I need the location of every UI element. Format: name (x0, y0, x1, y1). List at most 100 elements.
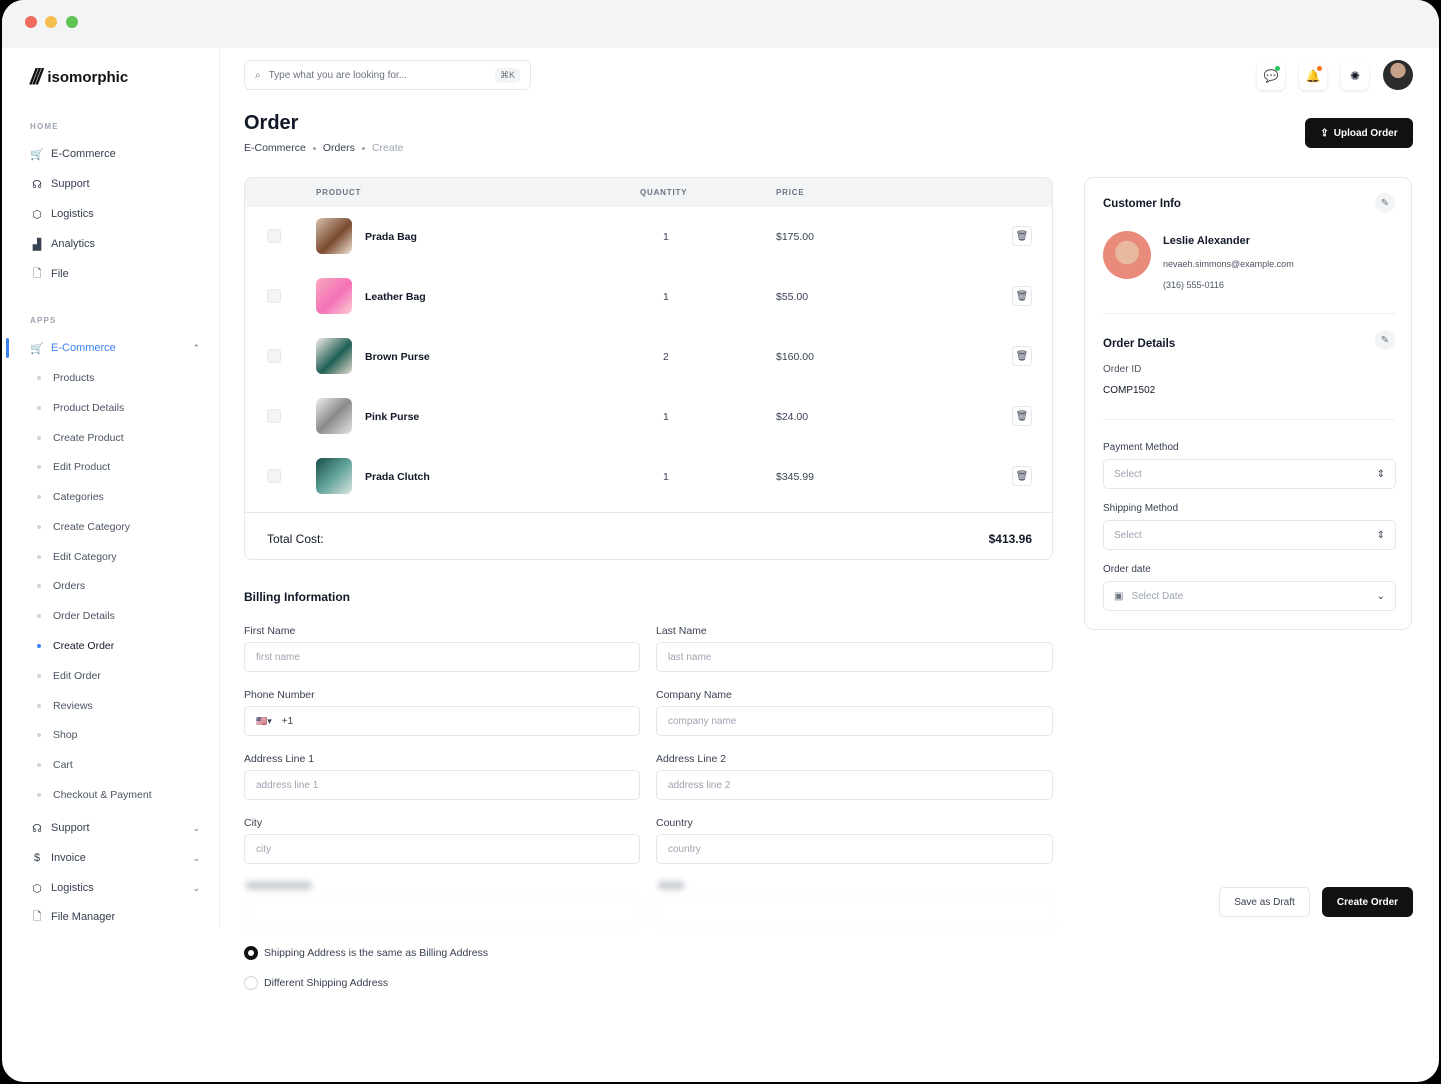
payment-method-select[interactable]: Select ⇕ (1103, 459, 1396, 489)
messages-button[interactable]: 💬 (1257, 62, 1285, 90)
us-flag-icon[interactable]: 🇺🇸▾ (256, 716, 272, 727)
row-checkbox[interactable] (267, 349, 281, 363)
create-order-button[interactable]: Create Order (1322, 887, 1413, 917)
sidebar-subitem-products[interactable]: Products (37, 371, 94, 385)
breadcrumb-orders[interactable]: Orders (323, 142, 355, 154)
same-shipping-radio[interactable]: Shipping Address is the same as Billing … (244, 946, 488, 960)
shipping-method-value: Select (1114, 529, 1142, 541)
notifications-button[interactable]: 🔔 (1299, 62, 1327, 90)
address1-field[interactable]: address line 1 (244, 770, 640, 800)
pencil-icon: ✎ (1380, 197, 1390, 209)
address1-placeholder: address line 1 (256, 779, 319, 791)
total-cost-label: Total Cost: (267, 532, 324, 546)
table-row: Prada Clutch 1 $345.99 🗑 (245, 447, 1052, 507)
sidebar-subitem-shop[interactable]: Shop (37, 728, 78, 742)
bullet-icon (37, 376, 41, 380)
maximize-window-button[interactable] (66, 16, 78, 28)
sidebar-subitem-create-product[interactable]: Create Product (37, 431, 124, 445)
total-cost-row: Total Cost: $413.96 (245, 512, 1052, 559)
product-thumbnail (316, 278, 352, 314)
city-placeholder: city (256, 843, 271, 855)
dollar-icon: $ (33, 852, 41, 864)
row-checkbox[interactable] (267, 289, 281, 303)
chevron-down-icon: ⌄ (192, 822, 200, 833)
row-checkbox[interactable] (267, 409, 281, 423)
obscured-field (244, 898, 640, 928)
country-field[interactable]: country (656, 834, 1053, 864)
search-bar[interactable]: ⌕ Type what you are looking for... ⌘K (244, 60, 531, 90)
chevron-down-icon: ⌄ (192, 852, 200, 863)
obscured-field (656, 898, 1053, 928)
delete-row-button[interactable]: 🗑 (1012, 466, 1032, 486)
sidebar-subitem-create-order[interactable]: Create Order (37, 639, 114, 653)
address1-label: Address Line 1 (244, 753, 315, 765)
sidebar-item-support[interactable]: ☊ Support (30, 176, 200, 192)
delete-row-button[interactable]: 🗑 (1012, 406, 1032, 426)
product-quantity: 1 (663, 471, 669, 483)
pencil-icon: ✎ (1380, 334, 1390, 346)
brand-logo[interactable]: /// isomorphic (30, 64, 128, 90)
customer-phone: (316) 555-0116 (1163, 280, 1224, 290)
order-date-picker[interactable]: ▣ Select Date ⌄ (1103, 581, 1396, 611)
sidebar-subitem-categories[interactable]: Categories (37, 490, 104, 504)
product-name: Pink Purse (365, 411, 420, 423)
edit-order-details-button[interactable]: ✎ (1375, 330, 1395, 350)
sidebar-subitem-product-details[interactable]: Product Details (37, 401, 124, 415)
sidebar-subitem-order-details[interactable]: Order Details (37, 609, 115, 623)
user-avatar[interactable] (1383, 60, 1413, 90)
sidebar-subitem-orders[interactable]: Orders (37, 579, 85, 593)
shipping-method-select[interactable]: Select ⇕ (1103, 520, 1396, 550)
sidebar-item-file[interactable]: 🗋 File (30, 266, 200, 282)
sidebar-subitem-cart[interactable]: Cart (37, 758, 73, 772)
delete-row-button[interactable]: 🗑 (1012, 226, 1032, 246)
sidebar-item-logistics-app[interactable]: ⬡ Logistics ⌄ (30, 880, 200, 896)
shipping-method-label: Shipping Method (1103, 503, 1179, 514)
row-checkbox[interactable] (267, 229, 281, 243)
product-quantity: 2 (663, 351, 669, 363)
sidebar-subitem-edit-product[interactable]: Edit Product (37, 460, 110, 474)
order-summary-panel: Customer Info ✎ Leslie Alexander nevaeh.… (1084, 177, 1412, 630)
status-dot (1275, 66, 1280, 71)
edit-customer-button[interactable]: ✎ (1375, 193, 1395, 213)
sidebar-item-file-manager[interactable]: 🗋 File Manager (30, 909, 200, 925)
sidebar-subitem-reviews[interactable]: Reviews (37, 699, 93, 713)
file-icon: 🗋 (32, 910, 42, 923)
address2-field[interactable]: address line 2 (656, 770, 1053, 800)
sidebar-subitem-checkout[interactable]: Checkout & Payment (37, 788, 152, 802)
sidebar-subitem-label: Edit Category (53, 551, 117, 563)
sidebar-item-label: E-Commerce (51, 342, 116, 354)
sidebar-item-invoice[interactable]: $ Invoice ⌄ (30, 850, 200, 866)
bullet-icon (37, 525, 41, 529)
close-window-button[interactable] (25, 16, 37, 28)
delete-row-button[interactable]: 🗑 (1012, 346, 1032, 366)
minimize-window-button[interactable] (45, 16, 57, 28)
city-field[interactable]: city (244, 834, 640, 864)
bullet-icon (37, 674, 41, 678)
sidebar-item-ecommerce-app[interactable]: 🛒 E-Commerce ⌃ (30, 340, 200, 356)
breadcrumb-separator (361, 146, 365, 150)
different-shipping-radio[interactable]: Different Shipping Address (244, 976, 388, 990)
settings-button[interactable]: ✺ (1341, 62, 1369, 90)
last-name-placeholder: last name (668, 651, 712, 663)
upload-order-button[interactable]: ⇪ Upload Order (1305, 118, 1413, 148)
phone-field[interactable]: 🇺🇸▾ +1 (244, 706, 640, 736)
same-shipping-label: Shipping Address is the same as Billing … (264, 947, 489, 959)
sidebar-item-support-app[interactable]: ☊ Support ⌄ (30, 820, 200, 836)
sidebar-item-logistics[interactable]: ⬡ Logistics (30, 206, 200, 222)
save-draft-button[interactable]: Save as Draft (1219, 887, 1310, 917)
sidebar-subitem-create-category[interactable]: Create Category (37, 520, 130, 534)
sidebar-subitem-edit-category[interactable]: Edit Category (37, 550, 117, 564)
row-checkbox[interactable] (267, 469, 281, 483)
shortcut-badge: ⌘K (494, 67, 520, 83)
company-placeholder: company name (668, 715, 737, 727)
breadcrumb-ecommerce[interactable]: E-Commerce (244, 142, 306, 154)
product-name: Prada Clutch (365, 471, 430, 483)
sidebar-item-analytics[interactable]: ▟ Analytics (30, 236, 200, 252)
delete-row-button[interactable]: 🗑 (1012, 286, 1032, 306)
headset-icon: ☊ (32, 178, 42, 191)
sidebar-subitem-edit-order[interactable]: Edit Order (37, 669, 101, 683)
first-name-field[interactable]: first name (244, 642, 640, 672)
company-field[interactable]: company name (656, 706, 1053, 736)
sidebar-item-ecommerce[interactable]: 🛒 E-Commerce (30, 146, 200, 162)
last-name-field[interactable]: last name (656, 642, 1053, 672)
